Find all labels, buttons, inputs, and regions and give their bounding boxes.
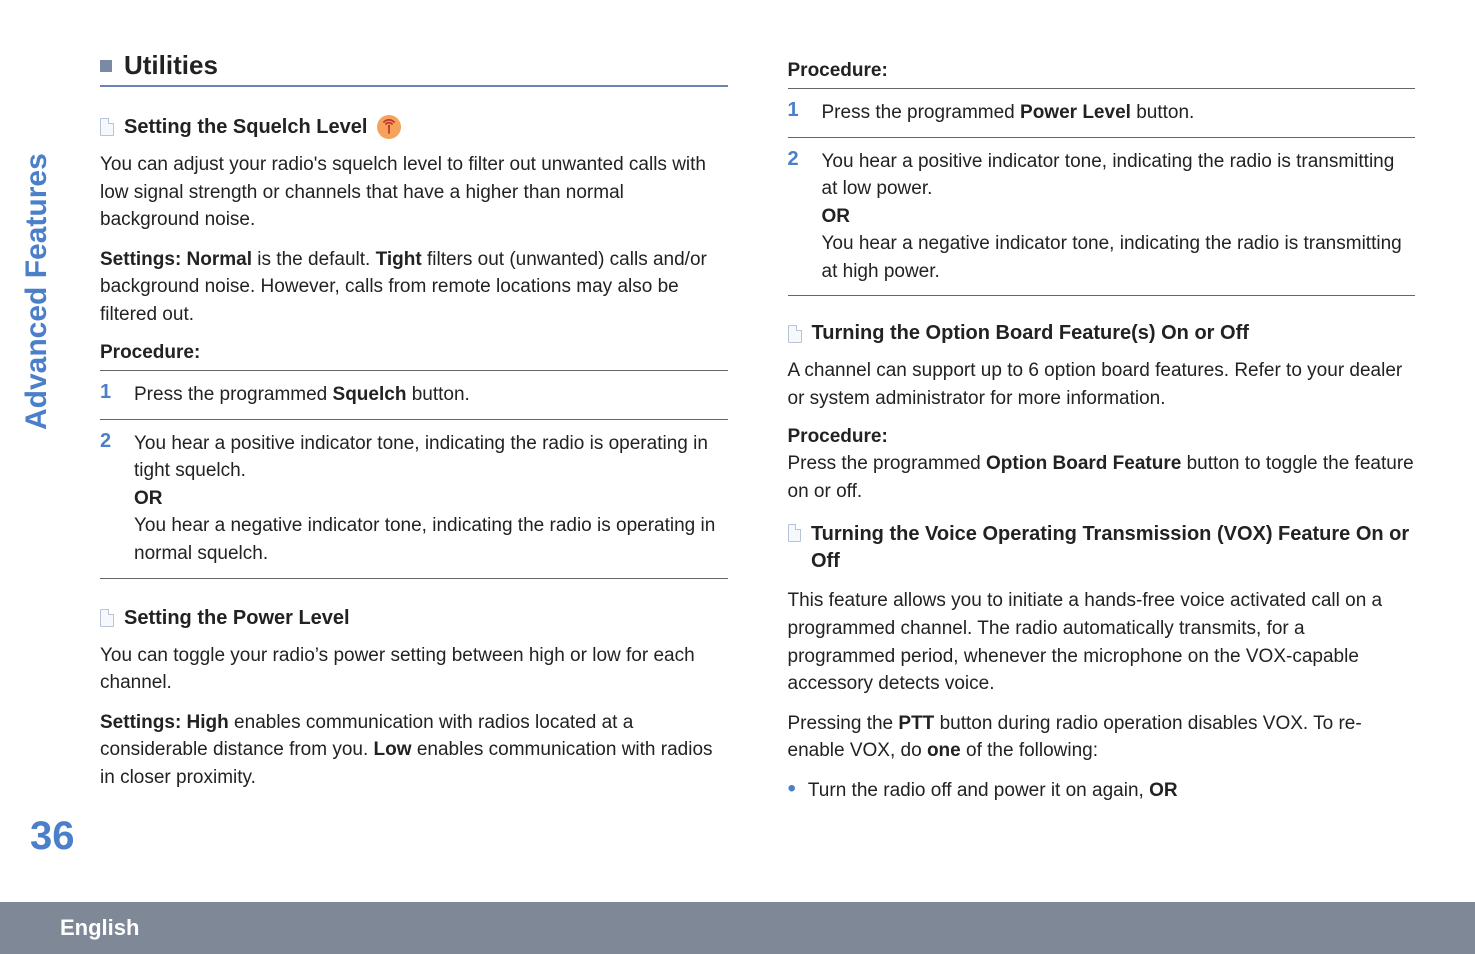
document-icon [788, 524, 801, 542]
text: is the default. [252, 249, 376, 270]
or-label: OR [1149, 780, 1178, 801]
content-columns: Utilities Setting the Squelch Level You … [60, 40, 1415, 804]
bullet-item: • Turn the radio off and power it on aga… [788, 777, 1416, 805]
text: Turn the radio off and power it on again… [808, 780, 1149, 801]
settings-high-label: Settings: High [100, 712, 229, 733]
or-label: OR [822, 206, 851, 227]
step-2: 2 You hear a positive indicator tone, in… [100, 420, 728, 579]
power-paragraph-1: You can toggle your radio’s power settin… [100, 642, 728, 697]
vox-paragraph-1: This feature allows you to initiate a ha… [788, 587, 1416, 697]
text: Press the programmed [822, 102, 1021, 123]
page-number: 36 [30, 814, 75, 859]
step-2: 2 You hear a positive indicator tone, in… [788, 138, 1416, 297]
text: You hear a positive indicator tone, indi… [134, 433, 708, 482]
document-icon [100, 118, 114, 136]
sub-title-option-board: Turning the Option Board Feature(s) On o… [812, 322, 1249, 345]
procedure-label: Procedure: [788, 426, 1416, 448]
power-level-button-label: Power Level [1020, 102, 1131, 123]
step-body: Press the programmed Squelch button. [134, 381, 470, 409]
subheader-option-board: Turning the Option Board Feature(s) On o… [788, 322, 1416, 345]
subheader-vox: Turning the Voice Operating Transmission… [788, 521, 1416, 575]
step-1: 1 Press the programmed Power Level butto… [788, 88, 1416, 138]
text: Press the programmed [788, 453, 987, 474]
square-bullet-icon [100, 60, 112, 72]
subheader-squelch: Setting the Squelch Level [100, 115, 728, 139]
step-1: 1 Press the programmed Squelch button. [100, 370, 728, 420]
sub-title-vox: Turning the Voice Operating Transmission… [811, 521, 1415, 575]
step-number: 2 [788, 148, 806, 286]
squelch-paragraph-2: Settings: Normal is the default. Tight f… [100, 246, 728, 329]
text: Pressing the [788, 713, 899, 734]
step-body: You hear a positive indicator tone, indi… [822, 148, 1416, 286]
squelch-steps: 1 Press the programmed Squelch button. 2… [100, 370, 728, 578]
antenna-icon [377, 115, 401, 139]
option-board-procedure: Press the programmed Option Board Featur… [788, 450, 1416, 505]
settings-normal-label: Settings: Normal [100, 249, 252, 270]
step-body: You hear a positive indicator tone, indi… [134, 430, 728, 568]
right-column: Procedure: 1 Press the programmed Power … [788, 40, 1416, 804]
subheader-power: Setting the Power Level [100, 607, 728, 630]
text: button. [1131, 102, 1194, 123]
text: You hear a positive indicator tone, indi… [822, 151, 1395, 200]
sidebar-section-label: Advanced Features [20, 153, 54, 430]
document-icon [100, 609, 114, 627]
option-board-feature-label: Option Board Feature [986, 453, 1181, 474]
sub-title-squelch: Setting the Squelch Level [124, 116, 367, 139]
text: You hear a negative indicator tone, indi… [134, 515, 715, 564]
power-steps: 1 Press the programmed Power Level butto… [788, 88, 1416, 296]
procedure-label: Procedure: [788, 60, 1416, 82]
section-title: Utilities [124, 50, 218, 81]
bullet-dot-icon: • [788, 777, 796, 805]
text: You hear a negative indicator tone, indi… [822, 233, 1402, 282]
vox-bullets: • Turn the radio off and power it on aga… [788, 777, 1416, 805]
language-bar: English [0, 902, 1475, 954]
page: Advanced Features 36 Utilities Setting t… [0, 0, 1475, 954]
section-divider [100, 85, 728, 87]
section-header-utilities: Utilities [100, 50, 728, 81]
ptt-label: PTT [898, 713, 934, 734]
one-label: one [927, 740, 961, 761]
squelch-paragraph-1: You can adjust your radio's squelch leve… [100, 151, 728, 234]
procedure-label: Procedure: [100, 342, 728, 364]
low-label: Low [374, 739, 412, 760]
option-board-paragraph: A channel can support up to 6 option boa… [788, 357, 1416, 412]
step-body: Press the programmed Power Level button. [822, 99, 1195, 127]
bullet-body: Turn the radio off and power it on again… [808, 777, 1178, 805]
sidebar-text: Advanced Features [20, 153, 53, 430]
sub-title-power: Setting the Power Level [124, 607, 350, 630]
text: button. [406, 384, 469, 405]
text: Press the programmed [134, 384, 333, 405]
text: of the following: [961, 740, 1098, 761]
squelch-button-label: Squelch [333, 384, 407, 405]
document-icon [788, 325, 802, 343]
step-number: 2 [100, 430, 118, 568]
power-paragraph-2: Settings: High enables communication wit… [100, 709, 728, 792]
vox-paragraph-2: Pressing the PTT button during radio ope… [788, 710, 1416, 765]
tight-label: Tight [376, 249, 422, 270]
left-column: Utilities Setting the Squelch Level You … [60, 40, 728, 804]
step-number: 1 [100, 381, 118, 409]
step-number: 1 [788, 99, 806, 127]
or-label: OR [134, 488, 163, 509]
language-label: English [60, 915, 139, 941]
